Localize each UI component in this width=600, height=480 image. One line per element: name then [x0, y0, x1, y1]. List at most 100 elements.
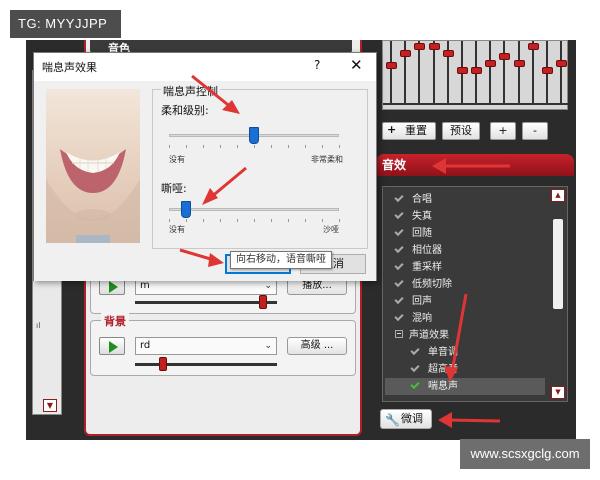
- scroll-up-button[interactable]: ▲: [551, 189, 565, 202]
- effects-list-item[interactable]: 回随: [394, 225, 432, 242]
- scroll-down-button[interactable]: ▼: [551, 386, 565, 399]
- effects-item-label: 混响: [412, 313, 432, 324]
- softness-label: 柔和级别:: [161, 104, 209, 117]
- eq-band-knob[interactable]: [400, 50, 412, 58]
- play-button-background[interactable]: [99, 337, 125, 355]
- slider-tick: [305, 219, 306, 222]
- background-advanced-button[interactable]: 高级 ...: [287, 337, 347, 355]
- slider-tick: [254, 145, 255, 148]
- effects-group-item[interactable]: 声道效果: [395, 327, 449, 344]
- hoarse-track: [169, 208, 339, 211]
- eq-band-track: [418, 41, 421, 103]
- watermark-bottom: www.scsxgclg.com: [460, 439, 590, 469]
- group-box-1: m ⌄ 播放...: [90, 276, 356, 314]
- slider-tick: [203, 145, 204, 148]
- chevron-down-icon: ⌄: [264, 341, 272, 351]
- slider-tick: [237, 145, 238, 148]
- effects-item-label: 回声: [412, 296, 432, 307]
- eq-band-knob[interactable]: [471, 67, 482, 74]
- mouth-preview-image: [46, 89, 140, 243]
- eq-band-knob[interactable]: [428, 43, 440, 50]
- eq-band-track: [517, 41, 520, 103]
- slider-tick: [220, 145, 221, 148]
- hoarse-slider-thumb[interactable]: [181, 201, 191, 218]
- tune-button[interactable]: 🔧 微调: [380, 409, 432, 429]
- background-slider-thumb[interactable]: [159, 357, 168, 371]
- check-icon: [394, 260, 404, 271]
- eq-band-track: [489, 41, 492, 103]
- slider-tick: [186, 219, 187, 222]
- effects-list-item[interactable]: 失真: [394, 208, 432, 225]
- close-icon[interactable]: ✕: [350, 56, 363, 74]
- slider-tick: [339, 145, 340, 148]
- effects-list-item[interactable]: 相位器: [394, 242, 442, 259]
- eq-band-knob[interactable]: [414, 43, 426, 50]
- slider-track-1: [135, 301, 277, 304]
- check-icon: [394, 192, 404, 203]
- eq-band-knob[interactable]: [499, 52, 511, 60]
- check-icon: [410, 345, 420, 356]
- effects-item-label: 回随: [412, 228, 432, 239]
- check-icon: [394, 294, 404, 305]
- check-icon: [394, 209, 404, 220]
- eq-band-knob[interactable]: [541, 67, 553, 74]
- breath-control-label: 喘息声控制: [161, 83, 220, 99]
- slider-tick: [322, 219, 323, 222]
- effects-list-item[interactable]: 低频切除: [394, 276, 452, 293]
- eq-band-knob[interactable]: [442, 50, 454, 58]
- check-icon: [410, 379, 420, 390]
- effects-list-item[interactable]: 重采样: [394, 259, 442, 276]
- slider-tick: [271, 219, 272, 222]
- eq-band-track: [531, 41, 534, 103]
- slider-thumb-1[interactable]: [258, 295, 267, 309]
- slider-tooltip: 向右移动，语音嘶哑: [230, 251, 332, 269]
- side-scroll-down-button[interactable]: ▼: [43, 399, 57, 412]
- effects-item-label: 合唱: [412, 194, 432, 205]
- effects-list-item[interactable]: 单音调: [410, 344, 458, 361]
- eq-band-knob[interactable]: [513, 59, 525, 67]
- slider-tick: [254, 219, 255, 222]
- check-icon: [394, 226, 404, 237]
- help-icon[interactable]: ?: [314, 58, 320, 72]
- background-group: 背景 rd ⌄ 高级 ...: [90, 313, 356, 376]
- eq-band-knob[interactable]: [485, 59, 497, 67]
- effects-list-item[interactable]: 合唱: [394, 191, 432, 208]
- effects-item-label: 单音调: [428, 347, 458, 358]
- effects-list-item[interactable]: 喘息声: [385, 378, 545, 395]
- softness-max-label: 非常柔和: [311, 155, 343, 164]
- eq-band-track: [503, 41, 506, 103]
- slider-tick: [203, 219, 204, 222]
- background-combo-value: rd: [140, 340, 151, 351]
- eq-band-knob[interactable]: [456, 67, 468, 74]
- hoarse-max-label: 沙哑: [323, 225, 339, 234]
- equalizer-baseline: [383, 103, 569, 105]
- background-combo[interactable]: rd ⌄: [135, 337, 277, 355]
- effects-list-item[interactable]: 回声: [394, 293, 432, 310]
- combo-1-value: m: [140, 280, 150, 291]
- slider-tick: [322, 145, 323, 148]
- eq-band-knob[interactable]: [527, 43, 539, 50]
- slider-tick: [237, 219, 238, 222]
- effects-list-item[interactable]: 超高音: [410, 361, 458, 378]
- softness-slider-thumb[interactable]: [249, 127, 259, 144]
- slider-tick: [220, 219, 221, 222]
- eq-plus-button[interactable]: +: [490, 122, 516, 140]
- eq-reset-button[interactable]: + 重置: [382, 122, 436, 140]
- wrench-icon: 🔧: [385, 413, 400, 427]
- eq-band-knob[interactable]: [556, 59, 567, 67]
- dialog-body: 喘息声控制 柔和级别: 没有 非常柔和 嘶哑: 没有 沙哑 向右移动，语音嘶哑: [34, 81, 376, 281]
- effects-item-label: 相位器: [412, 245, 442, 256]
- scroll-thumb[interactable]: [553, 219, 563, 309]
- eq-preset-button[interactable]: 预设: [442, 122, 480, 140]
- eq-band-track: [560, 41, 562, 103]
- eq-minus-button[interactable]: -: [522, 122, 548, 140]
- effects-scrollbar[interactable]: ▲ ▼: [551, 189, 565, 399]
- eq-band-knob[interactable]: [386, 62, 397, 70]
- slider-tick: [169, 219, 170, 222]
- background-group-title: 背景: [101, 313, 129, 329]
- watermark-top: TG: MYYJJPP: [10, 10, 121, 38]
- tune-label: 微调: [401, 412, 423, 425]
- equalizer-graph: [382, 40, 569, 110]
- slider-tick: [339, 219, 340, 222]
- effects-list-item[interactable]: 混响: [394, 310, 432, 327]
